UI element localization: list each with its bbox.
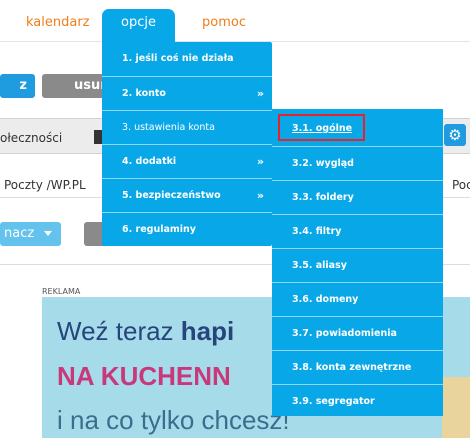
gear-icon[interactable]: ⚙ — [444, 124, 466, 146]
menu-item-label: 3. ustawienia konta — [122, 122, 215, 133]
menu-item-label: 2. konto — [122, 88, 166, 99]
submenu-item-filtry[interactable]: 3.4. filtry — [272, 214, 443, 248]
ad-label: REKLAMA — [42, 287, 81, 296]
ad-product-image — [442, 377, 470, 438]
chevron-right-icon: » — [256, 155, 264, 168]
chevron-right-icon: » — [256, 87, 264, 100]
submenu-item-wyglad[interactable]: 3.2. wygląd — [272, 146, 443, 180]
submenu-item-powiadomienia[interactable]: 3.7. powiadomienia — [272, 316, 443, 350]
menu-item-jesli-cos-nie-dziala[interactable]: 1. jeśli coś nie działa — [102, 42, 272, 76]
folder-path: Poczty /WP.PL — [4, 178, 86, 192]
ad-tagline: i na co tylko chcesz! — [57, 405, 290, 435]
ad-headline-bold: hapi — [180, 316, 235, 346]
menu-item-label: 6. regulaminy — [122, 224, 196, 235]
delete-button[interactable]: usuń — [42, 74, 110, 98]
menu-item-regulaminy[interactable]: 6. regulaminy — [102, 212, 272, 246]
highlight-box — [278, 114, 365, 141]
submenu-item-domeny[interactable]: 3.6. domeny — [272, 282, 443, 316]
opcje-dropdown-menu: 1. jeśli coś nie działa 2. konto » 3. ust… — [102, 42, 272, 246]
chevron-right-icon: » — [256, 189, 264, 202]
menu-item-ustawienia-konta[interactable]: 3. ustawienia konta — [102, 110, 272, 144]
tab-spolecznosci[interactable]: ołeczności — [0, 131, 62, 145]
ad-headline: Weź teraz hapi — [57, 316, 234, 347]
menu-item-bezpieczenstwo[interactable]: 5. bezpieczeństwo » — [102, 178, 272, 212]
nav-kalendarz[interactable]: kalendarz — [26, 9, 90, 37]
write-button[interactable]: z — [0, 74, 35, 98]
menu-item-label: 1. jeśli coś nie działa — [122, 53, 234, 64]
folder-path-right: Poc — [452, 178, 470, 192]
menu-item-label: 5. bezpieczeństwo — [122, 190, 221, 201]
menu-item-label: 4. dodatki — [122, 156, 177, 167]
mark-button[interactable]: nacz — [0, 222, 61, 246]
submenu-item-foldery[interactable]: 3.3. foldery — [272, 180, 443, 214]
menu-item-konto[interactable]: 2. konto » — [102, 76, 272, 110]
nav-opcje[interactable]: opcje — [102, 9, 175, 45]
submenu-item-segregator[interactable]: 3.9. segregator — [272, 384, 443, 418]
nav-pomoc[interactable]: pomoc — [202, 9, 246, 37]
ad-headline-prefix: Weź teraz — [57, 316, 181, 346]
ustawienia-konta-submenu: 3.1. ogólne 3.2. wygląd 3.3. foldery 3.4… — [272, 109, 443, 416]
chevron-down-icon — [44, 231, 53, 236]
briefcase-icon — [94, 130, 102, 144]
mark-button-label: nacz — [4, 226, 35, 241]
submenu-item-konta-zewnetrzne[interactable]: 3.8. konta zewnętrzne — [272, 350, 443, 384]
menu-item-dodatki[interactable]: 4. dodatki » — [102, 144, 272, 178]
submenu-item-aliasy[interactable]: 3.5. aliasy — [272, 248, 443, 282]
ad-subheadline: NA KUCHENN — [57, 361, 231, 391]
